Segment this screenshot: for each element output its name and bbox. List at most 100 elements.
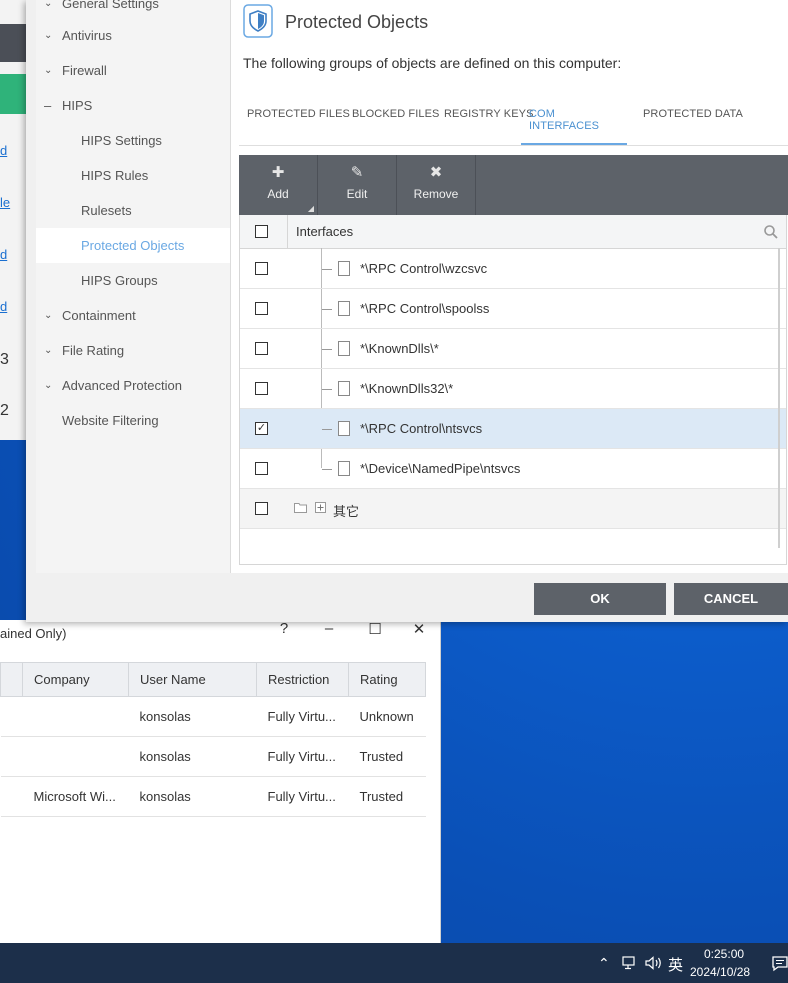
link-fragment[interactable]: d <box>0 247 7 262</box>
nav-item-hips[interactable]: – HIPS <box>36 88 230 123</box>
cell-user: konsolas <box>128 696 257 737</box>
interface-path: *\RPC Control\spoolss <box>360 301 490 316</box>
cell-rating: Trusted <box>348 736 426 777</box>
panel-description: The following groups of objects are defi… <box>243 55 622 71</box>
column-header-rating[interactable]: Rating <box>348 662 426 697</box>
remove-x-icon: ✖ <box>429 164 443 181</box>
collapse-icon: – <box>44 98 52 113</box>
table-row[interactable]: Microsoft Wi... konsolas Fully Virtu... … <box>0 776 426 817</box>
nav-item-hips-settings[interactable]: HIPS Settings <box>36 123 230 158</box>
list-item-group[interactable]: 其它 <box>240 489 786 529</box>
chevron-down-icon: ⌄ <box>44 380 53 391</box>
add-button[interactable]: ✚ Add ◢ <box>239 155 318 215</box>
tab-blocked-files[interactable]: BLOCKED FILES <box>352 108 440 146</box>
advanced-settings-dialog: ⌄ General Settings ⌄ Antivirus ⌄ Firewal… <box>26 0 788 622</box>
process-table: Company User Name Restriction Rating kon… <box>0 662 426 817</box>
close-button[interactable]: ✕ <box>409 620 429 638</box>
row-checkbox[interactable] <box>255 382 268 395</box>
nav-item-rulesets[interactable]: Rulesets <box>36 193 230 228</box>
list-item[interactable]: *\RPC Control\wzcsvc <box>240 249 786 289</box>
pencil-icon: ✎ <box>350 164 364 181</box>
interface-path: *\RPC Control\wzcsvc <box>360 261 488 276</box>
containment-task-window: ained Only) ? – ☐ ✕ Company User Name Re… <box>0 620 441 943</box>
file-icon <box>338 461 350 476</box>
tab-protected-data[interactable]: PROTECTED DATA <box>643 108 743 146</box>
list-item-selected[interactable]: ✓ *\RPC Control\ntsvcs <box>240 409 786 449</box>
list-item[interactable]: *\KnownDlls\* <box>240 329 786 369</box>
column-header-restriction[interactable]: Restriction <box>256 662 349 697</box>
link-fragment[interactable]: le <box>0 195 10 210</box>
chevron-up-icon[interactable]: ⌃ <box>598 955 610 972</box>
nav-item-antivirus[interactable]: ⌄ Antivirus <box>36 18 230 53</box>
file-icon <box>338 381 350 396</box>
cancel-button[interactable]: CANCEL <box>674 583 788 615</box>
clock-date[interactable]: 2024/10/28 <box>690 965 750 979</box>
protected-objects-panel: Protected Objects The following groups o… <box>231 0 788 573</box>
list-item[interactable]: *\RPC Control\spoolss <box>240 289 786 329</box>
scrollbar[interactable] <box>778 248 780 548</box>
tree-branch <box>322 309 332 310</box>
header-separator <box>287 215 288 248</box>
column-header-blank[interactable] <box>0 662 23 697</box>
network-icon[interactable] <box>622 956 638 970</box>
row-checkbox[interactable] <box>255 342 268 355</box>
shield-icon <box>243 4 273 38</box>
link-fragment[interactable]: d <box>0 143 7 158</box>
nav-item-hips-rules[interactable]: HIPS Rules <box>36 158 230 193</box>
row-checkbox[interactable] <box>255 262 268 275</box>
column-header-company[interactable]: Company <box>22 662 129 697</box>
nav-item-protected-objects[interactable]: Protected Objects <box>36 228 230 263</box>
file-icon <box>338 341 350 356</box>
clock-time[interactable]: 0:25:00 <box>704 947 744 961</box>
cell-blank <box>0 776 23 817</box>
row-checkbox[interactable] <box>255 502 268 515</box>
interface-path: *\KnownDlls32\* <box>360 381 454 396</box>
remove-button[interactable]: ✖ Remove <box>397 155 476 215</box>
nav-item-hips-groups[interactable]: HIPS Groups <box>36 263 230 298</box>
table-header-row: Company User Name Restriction Rating <box>0 662 426 697</box>
panel-title: Protected Objects <box>285 12 429 32</box>
edit-button[interactable]: ✎ Edit <box>318 155 397 215</box>
list-header: Interfaces <box>240 215 786 249</box>
speaker-icon[interactable] <box>645 956 663 970</box>
expand-plus-icon[interactable] <box>315 502 326 513</box>
tab-com-interfaces[interactable]: COM INTERFACES <box>521 108 627 146</box>
tree-branch <box>322 429 332 430</box>
file-icon <box>338 261 350 276</box>
column-header-user[interactable]: User Name <box>128 662 257 697</box>
row-checkbox-checked[interactable]: ✓ <box>255 422 268 435</box>
settings-nav: ⌄ General Settings ⌄ Antivirus ⌄ Firewal… <box>36 0 231 573</box>
notification-icon[interactable] <box>772 956 788 972</box>
ime-indicator[interactable]: 英 <box>668 954 683 975</box>
cell-company <box>22 696 129 737</box>
nav-item-firewall[interactable]: ⌄ Firewall <box>36 53 230 88</box>
interfaces-list: Interfaces *\RPC Control\wzcsvc *\RPC Co… <box>239 215 787 565</box>
search-icon[interactable] <box>763 224 779 240</box>
cell-restriction: Fully Virtu... <box>256 776 349 817</box>
plus-icon: ✚ <box>271 164 285 181</box>
file-icon <box>338 421 350 436</box>
row-checkbox[interactable] <box>255 462 268 475</box>
nav-item-containment[interactable]: ⌄ Containment <box>36 298 230 333</box>
list-item[interactable]: *\Device\NamedPipe\ntsvcs <box>240 449 786 489</box>
list-item[interactable]: *\KnownDlls32\* <box>240 369 786 409</box>
help-button[interactable]: ? <box>274 620 294 637</box>
cell-blank <box>0 736 23 777</box>
table-row[interactable]: konsolas Fully Virtu... Trusted <box>0 736 426 777</box>
column-header-interfaces[interactable]: Interfaces <box>296 224 353 239</box>
link-fragment[interactable]: d <box>0 299 7 314</box>
nav-item-file-rating[interactable]: ⌄ File Rating <box>36 333 230 368</box>
minimize-button[interactable]: – <box>319 620 339 637</box>
row-checkbox[interactable] <box>255 302 268 315</box>
toolbar: ✚ Add ◢ ✎ Edit ✖ Remove <box>239 155 788 215</box>
select-all-checkbox[interactable] <box>255 225 268 238</box>
group-label: 其它 <box>333 504 360 519</box>
count-fragment: 2 <box>0 402 9 419</box>
nav-item-website-filtering[interactable]: Website Filtering <box>36 403 230 438</box>
tab-protected-files[interactable]: PROTECTED FILES <box>247 108 350 146</box>
table-row[interactable]: konsolas Fully Virtu... Unknown <box>0 696 426 737</box>
maximize-button[interactable]: ☐ <box>365 620 385 638</box>
ok-button[interactable]: OK <box>534 583 666 615</box>
cell-rating: Unknown <box>348 696 426 737</box>
nav-item-advanced-protection[interactable]: ⌄ Advanced Protection <box>36 368 230 403</box>
